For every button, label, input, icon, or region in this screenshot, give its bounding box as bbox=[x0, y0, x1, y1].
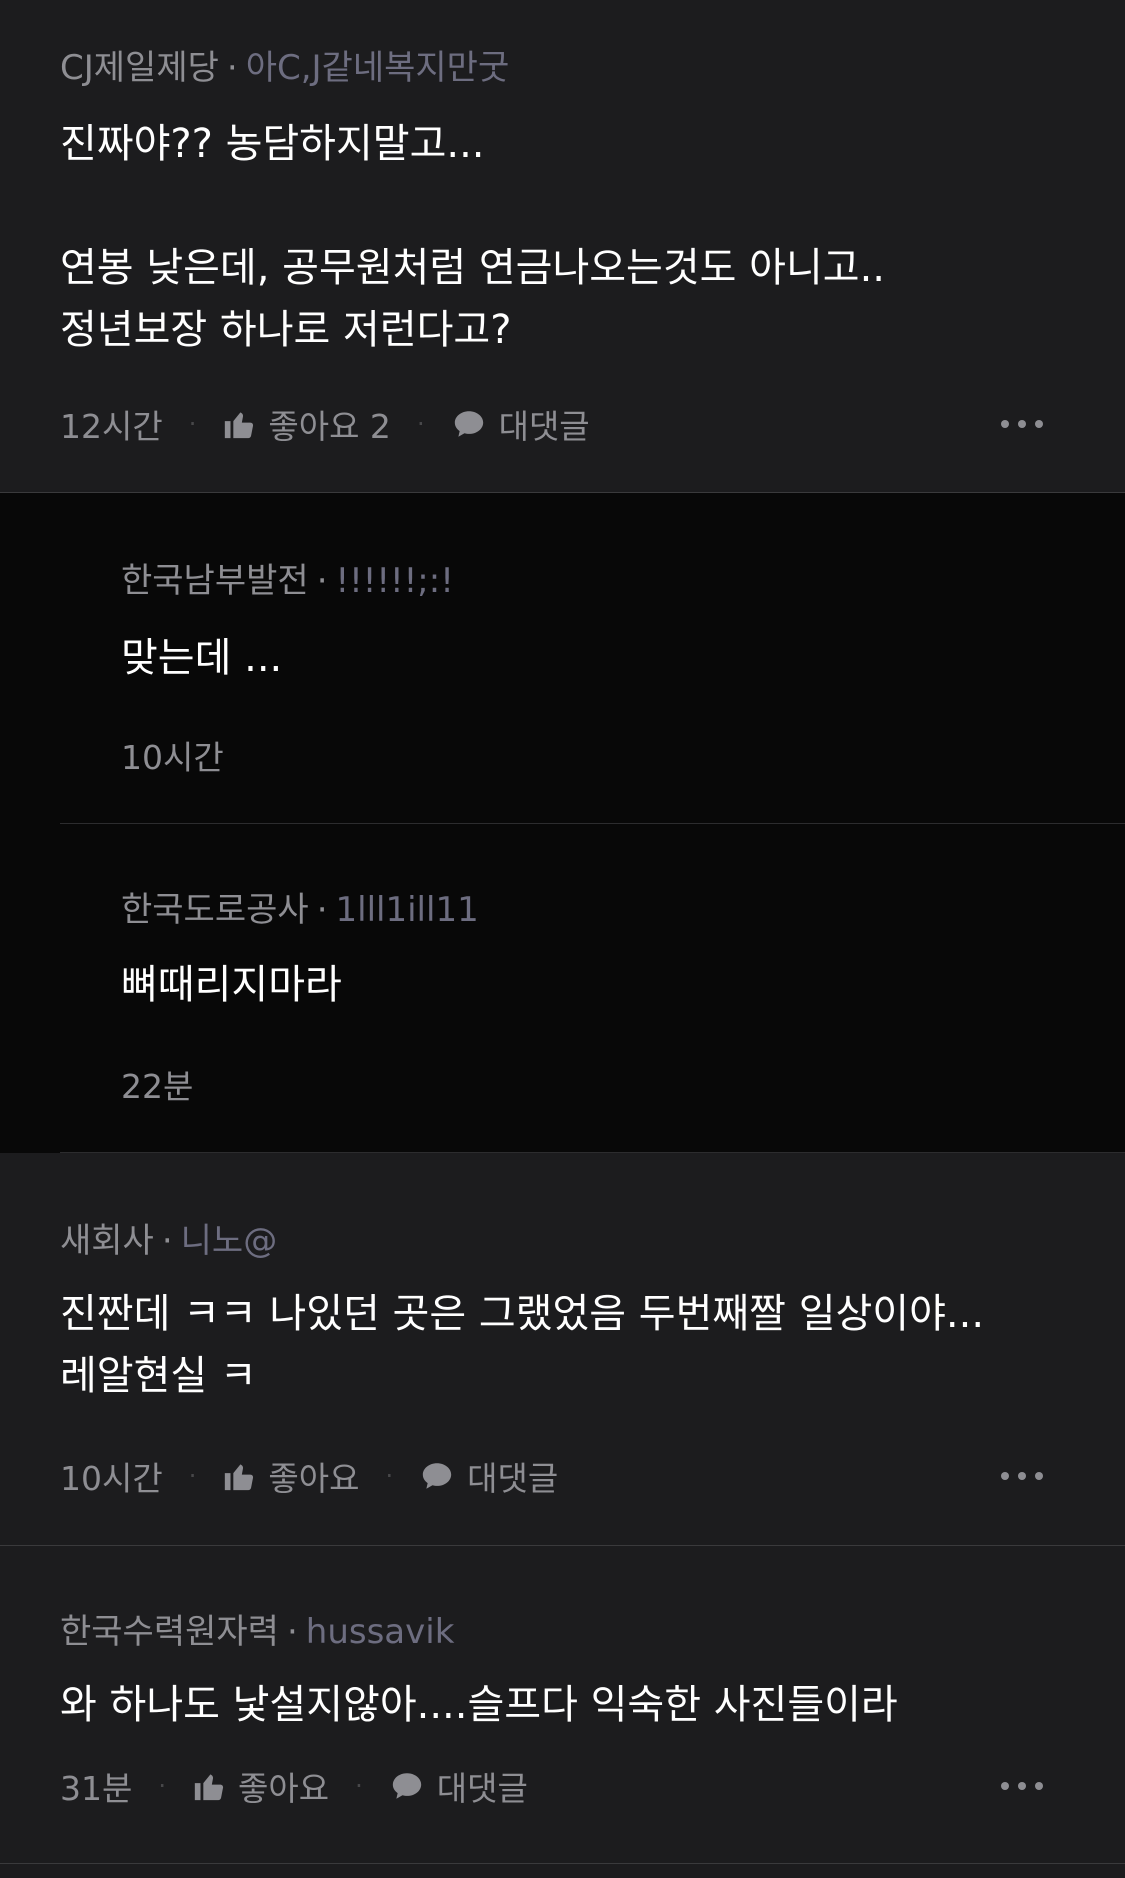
comment-actions: 12시간 · 좋아요 2 · 대댓글 bbox=[60, 399, 1125, 449]
more-dot bbox=[1018, 1782, 1026, 1790]
comment-meta: CJ제일제당 · 아C,J같네복지만굿 bbox=[60, 40, 509, 89]
reply-button[interactable]: 대댓글 bbox=[389, 1762, 528, 1810]
more-dot bbox=[1035, 1472, 1043, 1480]
more-horizontal-icon bbox=[1001, 1782, 1009, 1790]
comment-text: 진짠데 ㅋㅋ 나있던 곳은 그랬었음 두번째짤 일상이야... 레알현실 ㅋ bbox=[60, 1291, 985, 1399]
like-button[interactable]: 좋아요 2 bbox=[222, 400, 391, 448]
like-label: 좋아요 bbox=[268, 1459, 360, 1498]
reply-text: 맞는데 ... bbox=[121, 635, 283, 681]
action-separator: · bbox=[416, 410, 425, 438]
speech-bubble-icon bbox=[419, 1459, 455, 1493]
reply-button[interactable]: 대댓글 bbox=[451, 400, 590, 448]
reply-label: 대댓글 bbox=[467, 1459, 559, 1498]
action-separator: · bbox=[385, 1462, 394, 1490]
nickname[interactable]: 니노@ bbox=[181, 1221, 278, 1261]
company-name[interactable]: 새회사 bbox=[60, 1221, 154, 1261]
company-name[interactable]: 한국도로공사 bbox=[121, 890, 309, 930]
nickname[interactable]: 아C,J같네복지만굿 bbox=[246, 48, 510, 88]
like-button[interactable]: 좋아요 bbox=[222, 1452, 359, 1500]
reply-meta: 한국도로공사 · 1lll1ill11 bbox=[121, 882, 479, 931]
comment-actions: 31분 · 좋아요 · 대댓글 bbox=[60, 1761, 1125, 1811]
comment-meta: 새회사 · 니노@ bbox=[60, 1213, 277, 1262]
more-dot bbox=[1035, 1782, 1043, 1790]
nickname[interactable]: !!!!!!;:! bbox=[336, 561, 454, 601]
company-name[interactable]: CJ제일제당 bbox=[60, 48, 219, 88]
action-separator: · bbox=[188, 410, 197, 438]
comment-item: CJ제일제당 · 아C,J같네복지만굿 진짜야?? 농담하지말고... 연봉 낮은데… bbox=[0, 0, 1125, 493]
reply-meta: 한국남부발전 ·!!!!!!;:! bbox=[121, 553, 454, 602]
like-button[interactable]: 좋아요 bbox=[192, 1762, 329, 1810]
reply-time: 22분 bbox=[121, 1067, 194, 1106]
comment-item: 한국수력원자력 · hussavik 와 하나도 낯설지않아....슬프다 익숙한 … bbox=[0, 1546, 1125, 1864]
more-dot bbox=[1018, 1472, 1026, 1480]
meta-separator: · bbox=[161, 1221, 173, 1261]
more-options-button[interactable] bbox=[1001, 1472, 1043, 1480]
comment-item: 새회사 · 니노@ 진짠데 ㅋㅋ 나있던 곳은 그랬었음 두번째짤 일상이야... … bbox=[0, 1153, 1125, 1546]
reply-label: 대댓글 bbox=[436, 1769, 528, 1808]
nickname[interactable]: 1lll1ill11 bbox=[336, 890, 479, 930]
more-horizontal-icon bbox=[1001, 420, 1009, 428]
comment-text: 진짜야?? 농담하지말고... 연봉 낮은데, 공무원처럼 연금나오는것도 아니… bbox=[60, 121, 886, 353]
nickname[interactable]: hussavik bbox=[306, 1612, 455, 1652]
comment-time: 31분 bbox=[60, 1769, 133, 1808]
comment-time: 10시간 bbox=[60, 1459, 163, 1498]
action-separator: · bbox=[355, 1772, 363, 1800]
action-separator: · bbox=[158, 1772, 166, 1800]
reply-text: 뼈때리지마라 bbox=[121, 962, 342, 1008]
like-label: 좋아요 bbox=[238, 1769, 330, 1808]
more-dot bbox=[1018, 420, 1026, 428]
more-options-button[interactable] bbox=[1001, 420, 1043, 428]
comment-text: 와 하나도 낯설지않아....슬프다 익숙한 사진들이라 bbox=[60, 1682, 898, 1728]
reply-time: 10시간 bbox=[121, 738, 224, 777]
more-horizontal-icon bbox=[1001, 1472, 1009, 1480]
comment-actions: 10시간 · 좋아요 · 대댓글 bbox=[60, 1451, 1125, 1501]
thumbs-up-icon bbox=[222, 407, 256, 441]
thumbs-up-icon bbox=[192, 1769, 226, 1803]
more-dot bbox=[1035, 420, 1043, 428]
speech-bubble-icon bbox=[451, 407, 487, 441]
reply-thread: 한국남부발전 ·!!!!!!;:! 맞는데 ... 10시간 한국도로공사 · 1ll… bbox=[0, 493, 1125, 1153]
more-options-button[interactable] bbox=[1001, 1782, 1043, 1790]
meta-separator: · bbox=[226, 48, 238, 88]
action-separator: · bbox=[188, 1462, 197, 1490]
like-label: 좋아요 2 bbox=[268, 407, 391, 446]
reply-label: 대댓글 bbox=[498, 407, 590, 446]
meta-separator: · bbox=[316, 561, 328, 601]
thumbs-up-icon bbox=[222, 1459, 256, 1493]
meta-separator: · bbox=[316, 890, 328, 930]
comment-meta: 한국수력원자력 · hussavik bbox=[60, 1604, 454, 1653]
comment-time: 12시간 bbox=[60, 407, 163, 446]
meta-separator: · bbox=[286, 1612, 298, 1652]
reply-item: 한국남부발전 ·!!!!!!;:! 맞는데 ... 10시간 bbox=[60, 493, 1125, 824]
reply-item: 한국도로공사 · 1lll1ill11 뼈때리지마라 22분 bbox=[60, 824, 1125, 1153]
company-name[interactable]: 한국남부발전 bbox=[121, 561, 309, 601]
reply-button[interactable]: 대댓글 bbox=[419, 1452, 558, 1500]
speech-bubble-icon bbox=[389, 1769, 425, 1803]
company-name[interactable]: 한국수력원자력 bbox=[60, 1612, 279, 1652]
